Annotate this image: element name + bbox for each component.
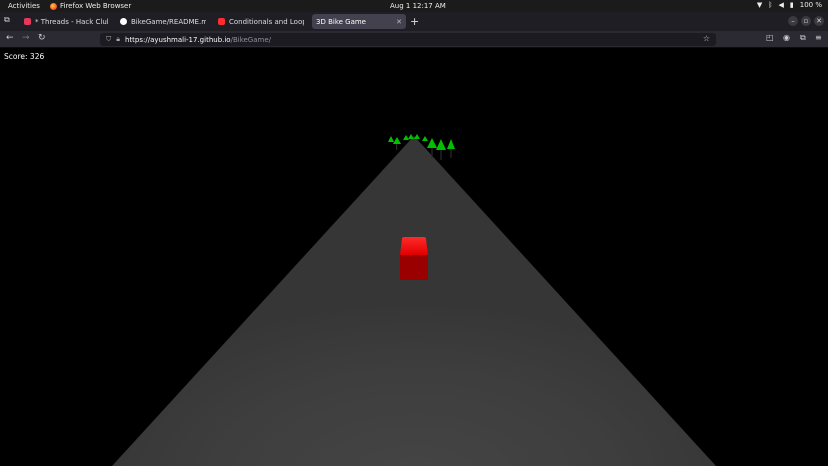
app-name: Firefox Web Browser <box>60 2 132 10</box>
tab-bikegame-readme[interactable]: BikeGame/README.md a <box>116 14 210 29</box>
bookmark-star-icon[interactable]: ☆ <box>703 34 710 43</box>
tree <box>436 139 446 160</box>
game-canvas[interactable]: Score: 326 <box>0 48 828 466</box>
reload-icon[interactable]: ↻ <box>38 33 46 43</box>
close-tab-icon[interactable]: ✕ <box>396 18 402 26</box>
url-path: /BikeGame/ <box>230 35 272 44</box>
tab-title: BikeGame/README.md a <box>131 17 206 26</box>
forward-icon[interactable]: → <box>22 33 30 43</box>
back-icon[interactable]: ← <box>6 33 14 43</box>
close-window-icon[interactable]: ✕ <box>814 16 824 26</box>
game-scene <box>112 134 716 466</box>
maximize-icon[interactable]: ▫ <box>801 16 811 26</box>
github-favicon-icon <box>120 18 127 25</box>
tab-bar: ⧉ * Threads - Hack Club - Sl BikeGame/RE… <box>0 12 828 31</box>
road <box>112 136 716 466</box>
tree <box>447 139 455 158</box>
firefox-icon <box>50 2 57 10</box>
shield-icon[interactable]: ⛉ <box>106 35 111 44</box>
system-top-bar: Activities Firefox Web Browser Aug 1 12:… <box>0 0 828 12</box>
youtube-favicon-icon <box>218 18 225 25</box>
new-tab-icon[interactable]: + <box>410 15 419 28</box>
hackclub-favicon-icon <box>24 18 31 25</box>
pocket-icon[interactable]: ◰ <box>766 33 774 42</box>
battery-icon: ▮ <box>789 1 794 9</box>
battery-level: 100 % <box>799 1 822 9</box>
app-menu[interactable]: Firefox Web Browser <box>50 2 131 10</box>
minimize-icon[interactable]: – <box>788 16 798 26</box>
url-bar[interactable]: ⛉ 🔒︎ https://ayushmali-17.github.io/Bike… <box>100 33 716 46</box>
firefox-view-icon[interactable]: ⧉ <box>4 15 10 25</box>
menu-icon[interactable]: ≡ <box>815 33 822 42</box>
wifi-icon: ▼ <box>756 1 763 9</box>
tree <box>388 136 401 150</box>
tab-3d-bike-game[interactable]: 3D Bike Game ✕ <box>312 14 406 29</box>
tree <box>422 136 428 141</box>
navigation-bar: ← → ↻ ⛉ 🔒︎ https://ayushmali-17.github.i… <box>0 31 828 48</box>
extensions-icon[interactable]: ⧉ <box>800 33 806 43</box>
player-bike <box>400 237 428 280</box>
bluetooth-icon: ᛒ <box>768 1 773 9</box>
system-tray[interactable]: ▼ ᛒ ◀ ▮ 100 % <box>757 1 822 9</box>
tab-title: Conditionals and Loops <box>229 17 304 26</box>
account-icon[interactable]: ◉ <box>783 33 790 42</box>
url-host: https://ayushmali-17.github.io <box>124 35 231 44</box>
clock[interactable]: Aug 1 12:17 AM <box>390 2 446 10</box>
volume-icon: ◀ <box>778 1 784 9</box>
tab-title: 3D Bike Game <box>316 17 366 26</box>
lock-icon[interactable]: 🔒︎ <box>116 35 120 44</box>
tab-conditionals-loops[interactable]: Conditionals and Loops <box>214 14 308 29</box>
tab-threads[interactable]: * Threads - Hack Club - Sl <box>20 14 112 29</box>
activities-button[interactable]: Activities <box>8 2 40 10</box>
tab-title: * Threads - Hack Club - Sl <box>35 17 108 26</box>
score-display: Score: 326 <box>4 52 45 61</box>
